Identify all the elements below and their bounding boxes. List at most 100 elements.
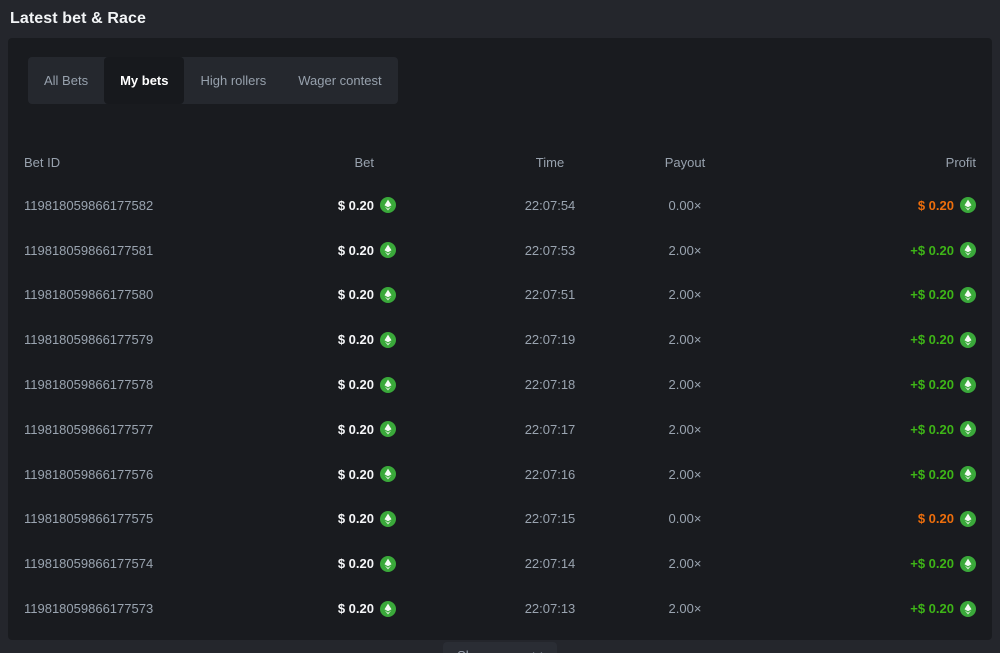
green-coin-icon [380, 466, 396, 482]
green-coin-icon [380, 332, 396, 348]
bet-payout: 0.00× [640, 511, 730, 526]
bet-time: 22:07:18 [460, 377, 640, 392]
tab-all-bets[interactable]: All Bets [28, 57, 104, 104]
bet-cell: $ 0.20 [250, 287, 396, 303]
bet-payout: 2.00× [640, 422, 730, 437]
bet-cell: $ 0.20 [250, 377, 396, 393]
profit-amount: +$ 0.20 [910, 601, 954, 616]
table-row[interactable]: 119818059866177574 $ 0.20 22:07:14 2.00×… [24, 541, 976, 586]
bet-profit: +$ 0.20 [730, 377, 976, 393]
header-bet: Bet [250, 155, 396, 170]
page-title: Latest bet & Race [10, 10, 146, 28]
bet-payout: 2.00× [640, 556, 730, 571]
bet-profit: +$ 0.20 [730, 421, 976, 437]
bet-id: 119818059866177582 [24, 198, 250, 213]
bet-time: 22:07:53 [460, 243, 640, 258]
bet-id: 119818059866177580 [24, 287, 250, 302]
green-coin-icon [380, 511, 396, 527]
bet-payout: 2.00× [640, 332, 730, 347]
bet-profit: $ 0.20 [730, 511, 976, 527]
bet-amount: $ 0.20 [338, 198, 374, 213]
profit-amount: +$ 0.20 [910, 332, 954, 347]
show-more-button[interactable]: Show more [443, 642, 557, 653]
bet-payout: 2.00× [640, 287, 730, 302]
bet-cell: $ 0.20 [250, 511, 396, 527]
table-row[interactable]: 119818059866177573 $ 0.20 22:07:13 2.00×… [24, 586, 976, 631]
bet-amount: $ 0.20 [338, 467, 374, 482]
bet-id: 119818059866177581 [24, 243, 250, 258]
green-coin-icon [960, 511, 976, 527]
profit-amount: $ 0.20 [918, 198, 954, 213]
bet-profit: +$ 0.20 [730, 466, 976, 482]
bet-time: 22:07:13 [460, 601, 640, 616]
bet-id: 119818059866177576 [24, 467, 250, 482]
green-coin-icon [960, 377, 976, 393]
bet-cell: $ 0.20 [250, 556, 396, 572]
bet-id: 119818059866177579 [24, 332, 250, 347]
header-time: Time [460, 155, 640, 170]
profit-amount: +$ 0.20 [910, 556, 954, 571]
bet-profit: +$ 0.20 [730, 332, 976, 348]
bets-tab-strip: All Bets My bets High rollers Wager cont… [28, 57, 398, 104]
profit-amount: +$ 0.20 [910, 287, 954, 302]
header-profit: Profit [730, 155, 976, 170]
bet-id: 119818059866177574 [24, 556, 250, 571]
bet-amount: $ 0.20 [338, 422, 374, 437]
bet-time: 22:07:15 [460, 511, 640, 526]
green-coin-icon [960, 197, 976, 213]
tab-my-bets[interactable]: My bets [104, 57, 184, 104]
bet-payout: 2.00× [640, 377, 730, 392]
green-coin-icon [380, 287, 396, 303]
table-row[interactable]: 119818059866177578 $ 0.20 22:07:18 2.00×… [24, 362, 976, 407]
show-more-label: Show more [457, 648, 523, 653]
green-coin-icon [960, 421, 976, 437]
bet-amount: $ 0.20 [338, 332, 374, 347]
tab-wager-contest[interactable]: Wager contest [282, 57, 397, 104]
bet-profit: +$ 0.20 [730, 242, 976, 258]
bet-time: 22:07:14 [460, 556, 640, 571]
bet-profit: +$ 0.20 [730, 556, 976, 572]
green-coin-icon [380, 421, 396, 437]
bet-time: 22:07:16 [460, 467, 640, 482]
bet-amount: $ 0.20 [338, 287, 374, 302]
bet-cell: $ 0.20 [250, 332, 396, 348]
profit-amount: +$ 0.20 [910, 377, 954, 392]
bet-payout: 2.00× [640, 243, 730, 258]
tab-high-rollers[interactable]: High rollers [184, 57, 282, 104]
table-row[interactable]: 119818059866177576 $ 0.20 22:07:16 2.00×… [24, 452, 976, 497]
bet-id: 119818059866177575 [24, 511, 250, 526]
bet-time: 22:07:19 [460, 332, 640, 347]
green-coin-icon [960, 287, 976, 303]
bet-cell: $ 0.20 [250, 601, 396, 617]
green-coin-icon [960, 242, 976, 258]
bet-cell: $ 0.20 [250, 197, 396, 213]
bet-cell: $ 0.20 [250, 242, 396, 258]
bets-table-header: Bet ID Bet Time Payout Profit [24, 142, 976, 183]
bet-payout: 0.00× [640, 198, 730, 213]
latest-bets-panel: All Bets My bets High rollers Wager cont… [8, 38, 992, 640]
table-row[interactable]: 119818059866177579 $ 0.20 22:07:19 2.00×… [24, 317, 976, 362]
green-coin-icon [380, 197, 396, 213]
bets-table: Bet ID Bet Time Payout Profit 1198180598… [24, 142, 976, 631]
bet-payout: 2.00× [640, 467, 730, 482]
table-row[interactable]: 119818059866177581 $ 0.20 22:07:53 2.00×… [24, 228, 976, 273]
bet-amount: $ 0.20 [338, 601, 374, 616]
title-bar: Latest bet & Race [0, 0, 1000, 38]
profit-amount: $ 0.20 [918, 511, 954, 526]
bet-profit: +$ 0.20 [730, 287, 976, 303]
table-row[interactable]: 119818059866177582 $ 0.20 22:07:54 0.00×… [24, 183, 976, 228]
green-coin-icon [380, 556, 396, 572]
profit-amount: +$ 0.20 [910, 422, 954, 437]
bet-payout: 2.00× [640, 601, 730, 616]
table-row[interactable]: 119818059866177575 $ 0.20 22:07:15 0.00×… [24, 497, 976, 542]
header-bet-id: Bet ID [24, 155, 250, 170]
green-coin-icon [960, 466, 976, 482]
green-coin-icon [960, 332, 976, 348]
bet-id: 119818059866177577 [24, 422, 250, 437]
bet-cell: $ 0.20 [250, 466, 396, 482]
table-row[interactable]: 119818059866177580 $ 0.20 22:07:51 2.00×… [24, 273, 976, 318]
profit-amount: +$ 0.20 [910, 243, 954, 258]
header-payout: Payout [640, 155, 730, 170]
green-coin-icon [960, 556, 976, 572]
table-row[interactable]: 119818059866177577 $ 0.20 22:07:17 2.00×… [24, 407, 976, 452]
